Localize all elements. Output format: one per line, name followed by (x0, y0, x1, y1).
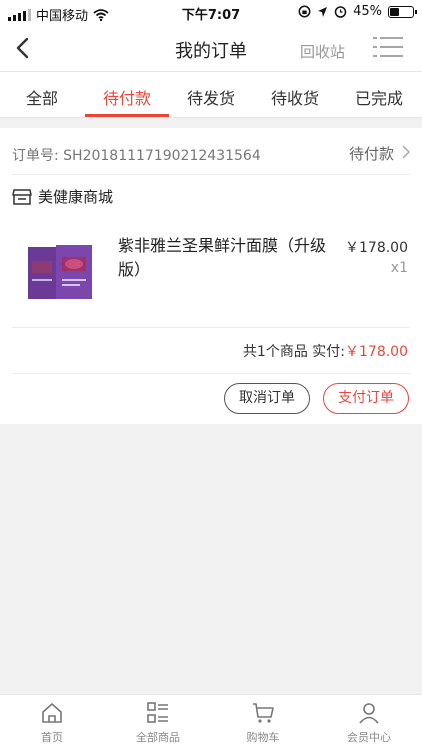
bottom-nav-all-products[interactable]: 全部商品 (123, 701, 193, 745)
bottom-nav-cart[interactable]: 购物车 (228, 701, 298, 745)
product-price: ￥178.00 (345, 240, 408, 256)
orientation-lock-icon (298, 5, 311, 18)
divider (12, 174, 410, 175)
category-icon (147, 702, 168, 723)
chevron-right-icon[interactable] (400, 143, 412, 161)
divider (12, 327, 410, 328)
location-icon (318, 6, 328, 17)
tab-pending-receipt[interactable]: 待收货 (271, 85, 319, 109)
battery-percent: 45% (353, 4, 382, 19)
tab-all[interactable]: 全部 (26, 85, 58, 109)
product-name[interactable]: 紫非雅兰圣果鲜汁面膜（升级版） (118, 234, 338, 282)
bottom-nav-label: 全部商品 (136, 731, 180, 744)
bottom-nav-home[interactable]: 首页 (17, 701, 87, 745)
alarm-icon (334, 6, 347, 18)
shop-name: 美健康商城 (38, 188, 114, 206)
order-total: 共1个商品 实付:￥178.00 (243, 341, 408, 361)
user-icon (359, 703, 379, 724)
shop-row[interactable]: 美健康商城 (12, 186, 113, 207)
recycle-bin-button[interactable]: 回收站 (300, 41, 345, 62)
battery-icon (388, 5, 417, 18)
total-label: 共1个商品 实付: (242, 344, 345, 360)
home-icon (42, 703, 62, 723)
tab-pending-shipment[interactable]: 待发货 (187, 85, 235, 109)
bottom-nav-label: 首页 (41, 731, 63, 744)
order-card[interactable]: 订单号: SH20181117190212431564 待付款 美健康商城 紫非… (0, 128, 422, 424)
product-quantity: x1 (390, 260, 408, 276)
pay-order-button[interactable]: 支付订单 (323, 383, 409, 414)
menu-icon[interactable] (372, 35, 404, 59)
page-title: 我的订单 (175, 41, 247, 62)
divider (12, 373, 410, 374)
total-amount: ￥178.00 (345, 344, 408, 360)
cancel-order-button[interactable]: 取消订单 (224, 383, 310, 414)
order-status-tabs: 全部 待付款 待发货 待收货 已完成 (0, 72, 422, 118)
order-status[interactable]: 待付款 (349, 143, 394, 164)
bottom-navigation: 首页 全部商品 购物车 会员中心 (0, 694, 422, 750)
navigation-bar: 我的订单 回收站 (0, 26, 422, 72)
active-tab-indicator (85, 114, 169, 117)
status-right: 45% (298, 4, 417, 19)
order-number: 订单号: SH20181117190212431564 (12, 148, 261, 164)
shop-icon (12, 188, 32, 205)
cart-icon (253, 703, 274, 723)
status-bar: 中国移动 下午7:07 45% (0, 0, 422, 26)
bottom-nav-label: 会员中心 (347, 731, 391, 744)
bottom-nav-label: 购物车 (246, 731, 280, 744)
tab-completed[interactable]: 已完成 (355, 85, 403, 109)
product-image[interactable] (26, 245, 96, 301)
bottom-nav-member-center[interactable]: 会员中心 (334, 701, 404, 745)
tab-pending-payment[interactable]: 待付款 (103, 85, 151, 109)
